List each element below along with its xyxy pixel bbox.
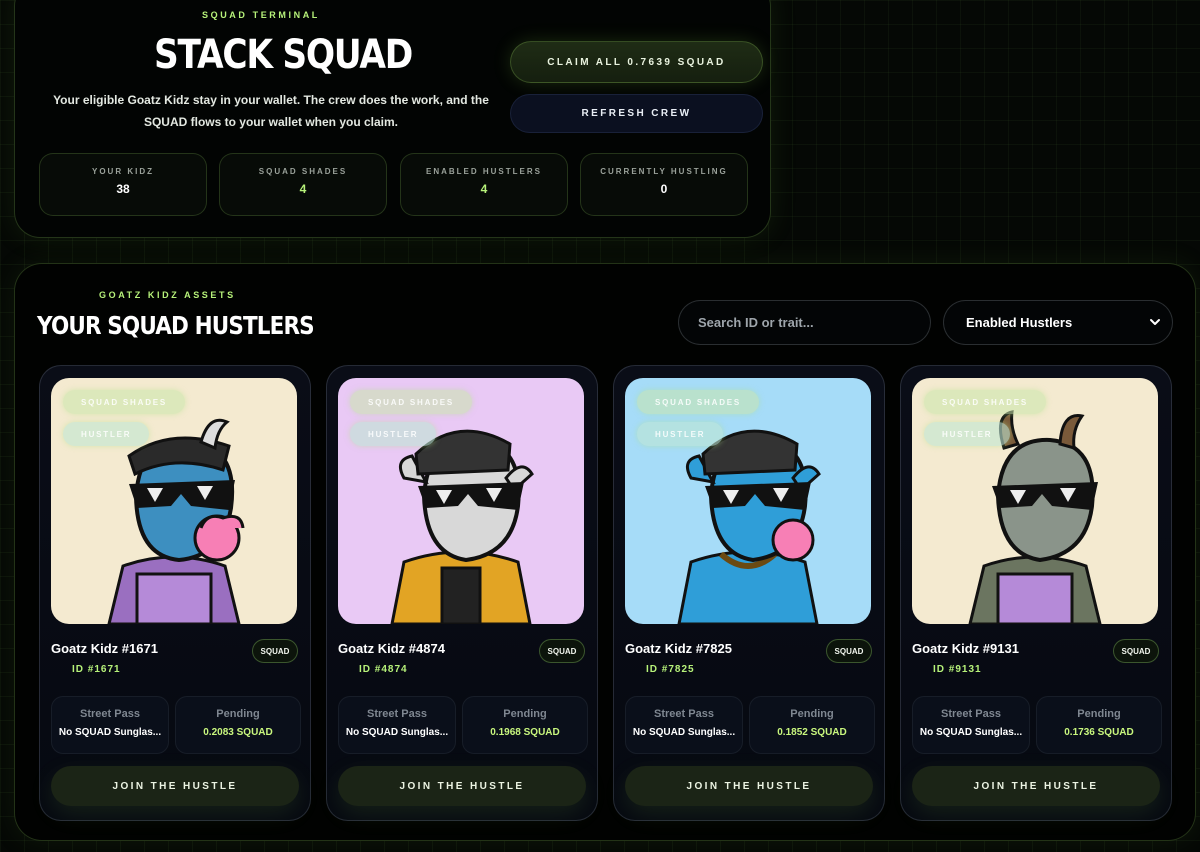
stat-squad-shades: SQUAD SHADES 4 bbox=[219, 153, 387, 216]
stat-value: 4 bbox=[299, 182, 307, 196]
search-input[interactable] bbox=[678, 300, 931, 345]
hustler-card[interactable]: SQUAD SHADES HUSTLER Goatz Kidz #1671 ID… bbox=[39, 365, 311, 821]
hustler-card[interactable]: SQUAD SHADES HUSTLER Goatz Kidz #7825 ID… bbox=[613, 365, 885, 821]
card-id: ID #9131 bbox=[933, 664, 982, 675]
squad-shades-tag: SQUAD SHADES bbox=[63, 390, 186, 414]
stat-your-kidz: YOUR KIDZ 38 bbox=[39, 153, 207, 216]
hustler-filter-select[interactable]: Enabled Hustlers bbox=[943, 300, 1173, 345]
join-the-hustle-button[interactable]: JOIN THE HUSTLE bbox=[625, 766, 873, 806]
street-pass-value: No SQUAD Sunglas... bbox=[632, 727, 736, 738]
squad-hustlers-panel: GOATZ KIDZ ASSETS YOUR SQUAD HUSTLERS En… bbox=[14, 263, 1196, 841]
join-the-hustle-button[interactable]: JOIN THE HUSTLE bbox=[912, 766, 1160, 806]
stat-label: SQUAD SHADES bbox=[258, 167, 348, 176]
card-title: Goatz Kidz #1671 bbox=[51, 641, 158, 656]
page-title: STACK SQUAD bbox=[154, 32, 413, 78]
squad-badge: SQUAD bbox=[539, 639, 585, 663]
street-pass-box: Street Pass No SQUAD Sunglas... bbox=[912, 696, 1030, 754]
goat-kid-illustration bbox=[625, 378, 871, 624]
join-the-hustle-button[interactable]: JOIN THE HUSTLE bbox=[51, 766, 299, 806]
chevron-down-icon bbox=[1150, 319, 1160, 325]
pending-value: 0.2083 SQUAD bbox=[203, 727, 273, 738]
card-title: Goatz Kidz #7825 bbox=[625, 641, 732, 656]
card-id: ID #7825 bbox=[646, 664, 695, 675]
squad-badge: SQUAD bbox=[826, 639, 872, 663]
pending-label: Pending bbox=[1077, 708, 1121, 720]
pending-box: Pending 0.1736 SQUAD bbox=[1036, 696, 1162, 754]
squad-badge: SQUAD bbox=[252, 639, 298, 663]
street-pass-label: Street Pass bbox=[80, 708, 140, 720]
pending-label: Pending bbox=[790, 708, 834, 720]
assets-eyebrow: GOATZ KIDZ ASSETS bbox=[99, 290, 236, 300]
hustler-tag: HUSTLER bbox=[924, 422, 1011, 446]
stat-label: YOUR KIDZ bbox=[92, 167, 154, 176]
squad-shades-tag: SQUAD SHADES bbox=[350, 390, 473, 414]
street-pass-label: Street Pass bbox=[941, 708, 1001, 720]
street-pass-box: Street Pass No SQUAD Sunglas... bbox=[51, 696, 169, 754]
squad-badge: SQUAD bbox=[1113, 639, 1159, 663]
goat-kid-illustration bbox=[51, 378, 297, 624]
squad-shades-tag: SQUAD SHADES bbox=[637, 390, 760, 414]
terminal-description: Your eligible Goatz Kidz stay in your wa… bbox=[53, 93, 489, 129]
pending-box: Pending 0.2083 SQUAD bbox=[175, 696, 301, 754]
street-pass-box: Street Pass No SQUAD Sunglas... bbox=[625, 696, 743, 754]
hustler-tag: HUSTLER bbox=[350, 422, 437, 446]
goat-kid-illustration bbox=[338, 378, 584, 624]
hustler-tag: HUSTLER bbox=[63, 422, 150, 446]
stat-enabled-hustlers: ENABLED HUSTLERS 4 bbox=[400, 153, 568, 216]
pending-value: 0.1968 SQUAD bbox=[490, 727, 560, 738]
join-the-hustle-button[interactable]: JOIN THE HUSTLE bbox=[338, 766, 586, 806]
nft-artwork: SQUAD SHADES HUSTLER bbox=[338, 378, 584, 624]
pending-label: Pending bbox=[503, 708, 547, 720]
stat-label: CURRENTLY HUSTLING bbox=[600, 167, 728, 176]
street-pass-value: No SQUAD Sunglas... bbox=[919, 727, 1023, 738]
street-pass-value: No SQUAD Sunglas... bbox=[345, 727, 449, 738]
card-id: ID #4874 bbox=[359, 664, 408, 675]
stat-value: 4 bbox=[480, 182, 488, 196]
filter-selected-value: Enabled Hustlers bbox=[966, 315, 1073, 330]
pending-box: Pending 0.1968 SQUAD bbox=[462, 696, 588, 754]
street-pass-label: Street Pass bbox=[654, 708, 714, 720]
refresh-crew-button[interactable]: REFRESH CREW bbox=[510, 94, 763, 133]
nft-artwork: SQUAD SHADES HUSTLER bbox=[912, 378, 1158, 624]
pending-label: Pending bbox=[216, 708, 260, 720]
pending-value: 0.1852 SQUAD bbox=[777, 727, 847, 738]
street-pass-label: Street Pass bbox=[367, 708, 427, 720]
hustler-card[interactable]: SQUAD SHADES HUSTLER Goatz Kidz #4874 ID… bbox=[326, 365, 598, 821]
squad-shades-tag: SQUAD SHADES bbox=[924, 390, 1047, 414]
card-id: ID #1671 bbox=[72, 664, 121, 675]
nft-artwork: SQUAD SHADES HUSTLER bbox=[625, 378, 871, 624]
card-title: Goatz Kidz #4874 bbox=[338, 641, 445, 656]
card-title: Goatz Kidz #9131 bbox=[912, 641, 1019, 656]
nft-artwork: SQUAD SHADES HUSTLER bbox=[51, 378, 297, 624]
stat-value: 38 bbox=[116, 182, 130, 196]
stat-label: ENABLED HUSTLERS bbox=[425, 167, 542, 176]
stat-value: 0 bbox=[660, 182, 668, 196]
street-pass-value: No SQUAD Sunglas... bbox=[58, 727, 162, 738]
goat-kid-illustration bbox=[912, 378, 1158, 624]
terminal-eyebrow: SQUAD TERMINAL bbox=[202, 10, 320, 20]
hustler-card[interactable]: SQUAD SHADES HUSTLER Goatz Kidz #9131 ID… bbox=[900, 365, 1172, 821]
squad-terminal-panel: SQUAD TERMINAL STACK SQUAD Your eligible… bbox=[14, 0, 771, 238]
stat-currently-hustling: CURRENTLY HUSTLING 0 bbox=[580, 153, 748, 216]
section-title: YOUR SQUAD HUSTLERS bbox=[37, 311, 315, 340]
hustler-tag: HUSTLER bbox=[637, 422, 724, 446]
pending-box: Pending 0.1852 SQUAD bbox=[749, 696, 875, 754]
street-pass-box: Street Pass No SQUAD Sunglas... bbox=[338, 696, 456, 754]
pending-value: 0.1736 SQUAD bbox=[1064, 727, 1134, 738]
claim-all-button[interactable]: CLAIM ALL 0.7639 SQUAD bbox=[510, 41, 763, 83]
